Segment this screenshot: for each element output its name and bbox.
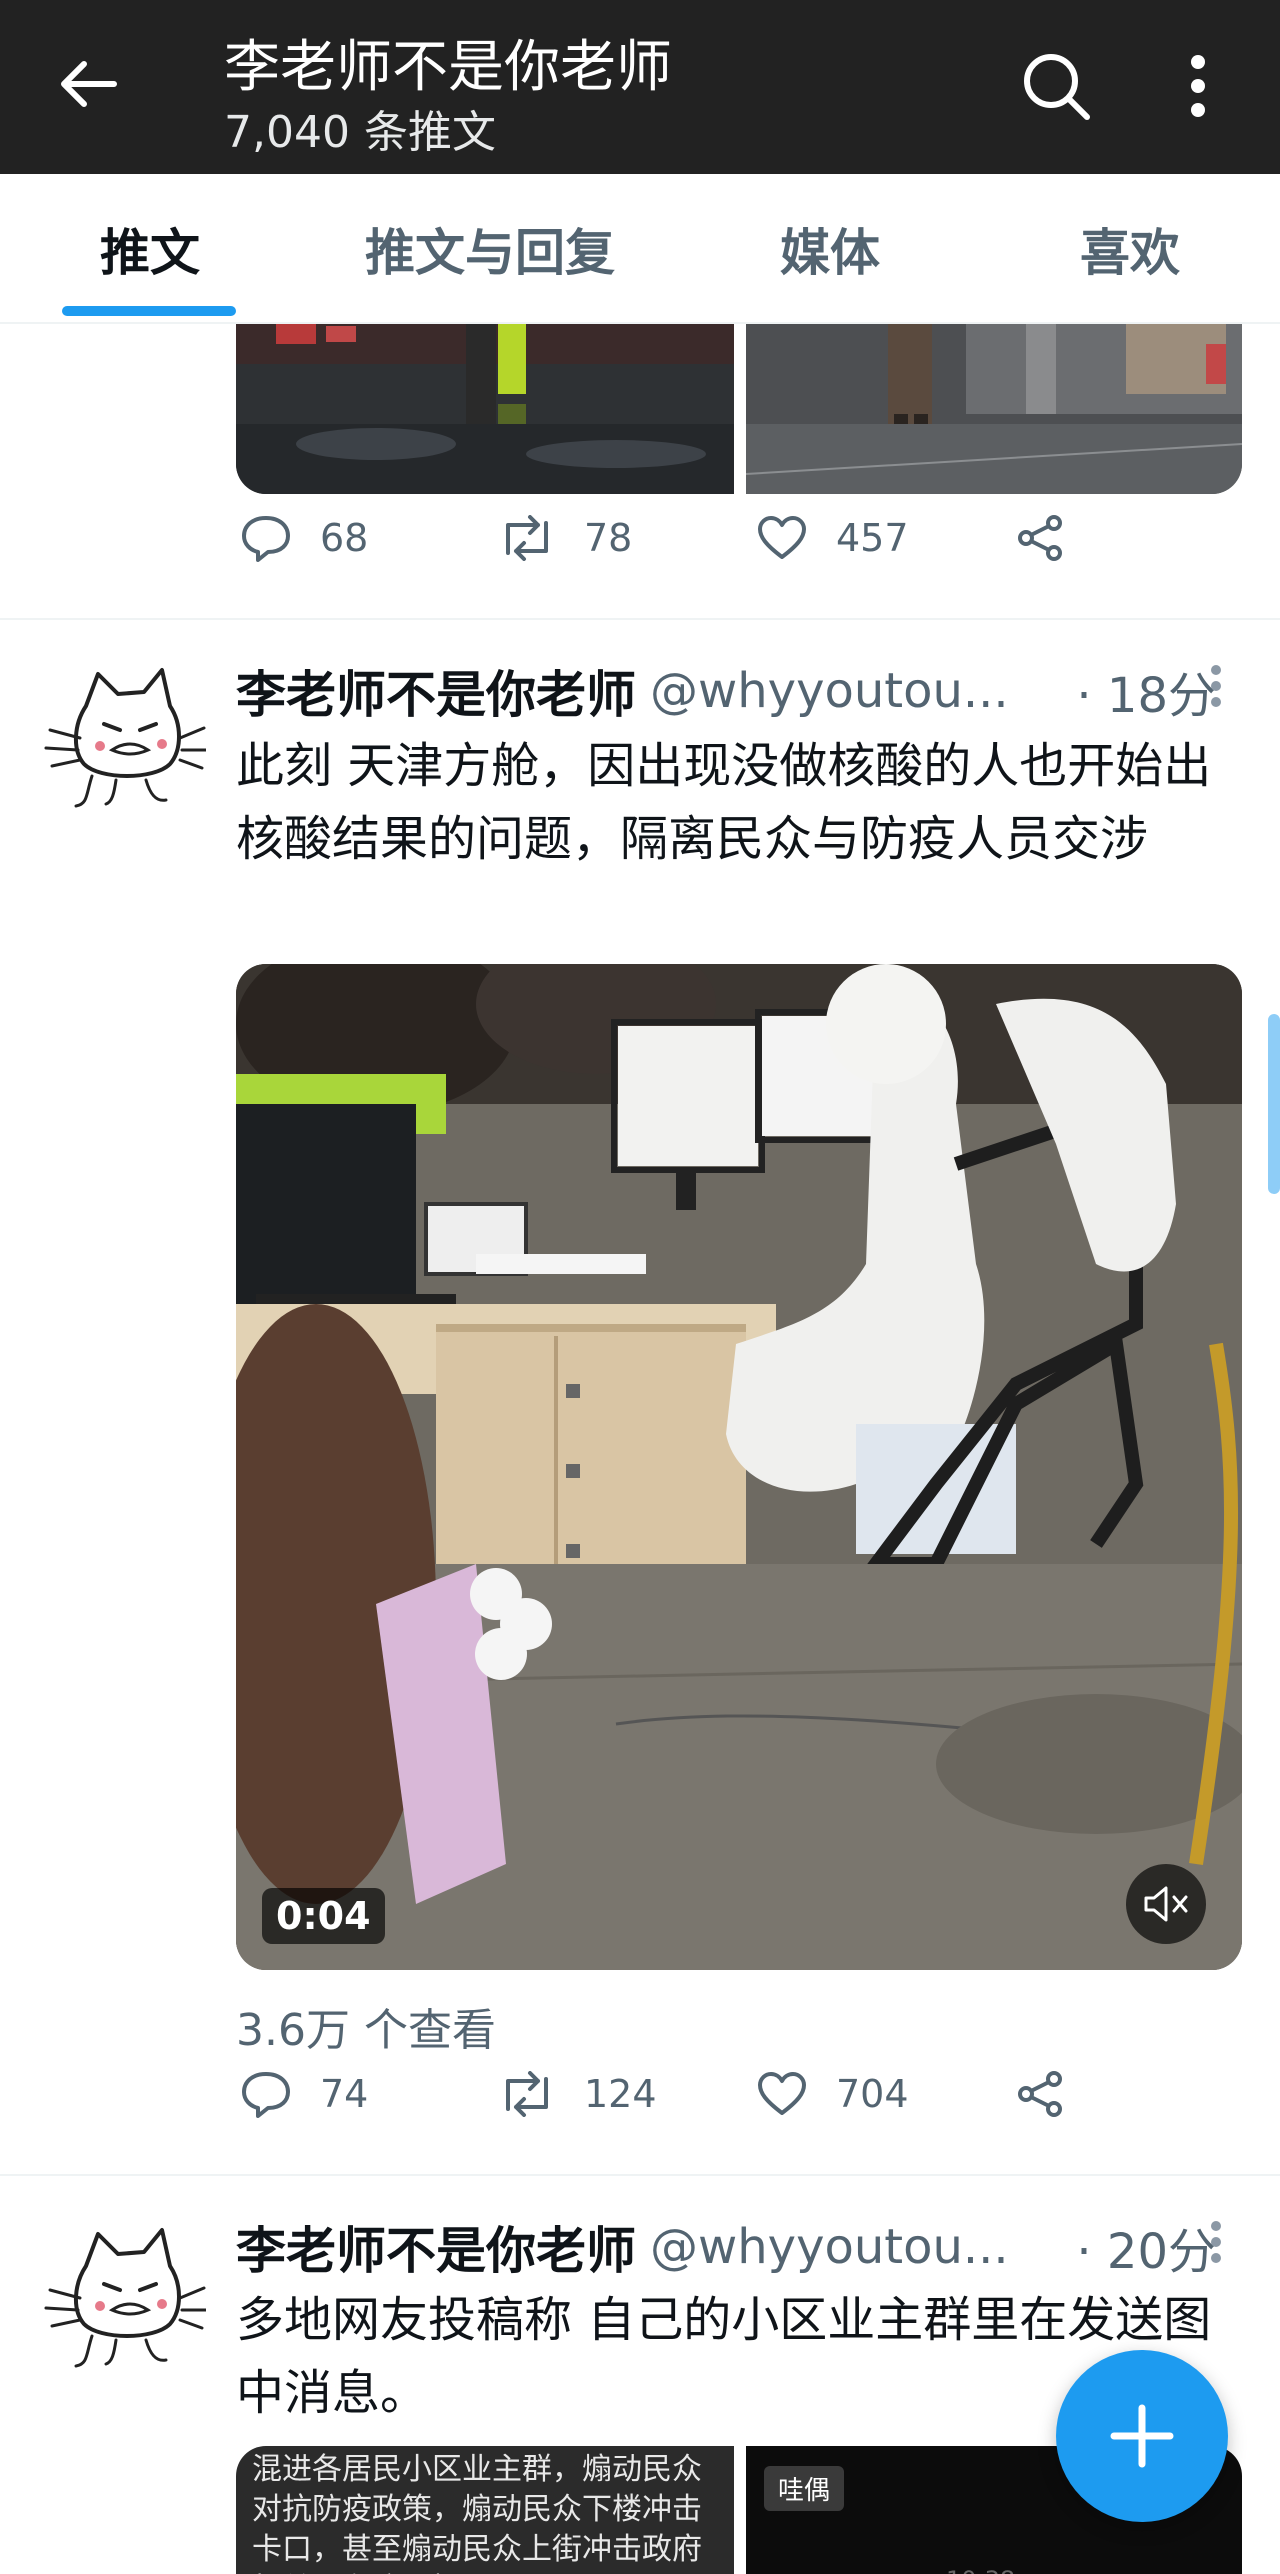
reply-count: 74 (320, 2072, 369, 2116)
tweet-text[interactable]: 此刻 天津方舱，因出现没做核酸的人也开始出核酸结果的问题，隔离民众与防疫人员交涉 (236, 730, 1246, 876)
tweet-actions: 68 78 457 (236, 498, 1236, 578)
video-frame (236, 964, 1242, 1970)
mute-button[interactable] (1126, 1864, 1206, 1944)
search-icon (1024, 54, 1090, 120)
plus-icon (1110, 2404, 1174, 2468)
retweet-count: 78 (584, 516, 633, 560)
retweet-icon (506, 515, 548, 561)
tweet-media-grid[interactable] (236, 324, 1242, 494)
tweet-photo-left[interactable] (236, 324, 734, 494)
more-options-button[interactable] (1166, 44, 1230, 128)
photo-clock: 10:38 (946, 2566, 1015, 2574)
back-button[interactable] (52, 48, 124, 120)
retweet-icon (506, 2071, 548, 2117)
comment-icon (242, 516, 290, 562)
tweet-timestamp: · 20分 (1062, 2212, 1216, 2282)
compose-tweet-button[interactable] (1056, 2350, 1228, 2522)
comment-icon (242, 2072, 290, 2118)
tweet-video[interactable]: 0:04 (236, 964, 1242, 1970)
cat-avatar[interactable] (36, 654, 206, 824)
like-button[interactable]: 457 (756, 498, 909, 578)
like-button[interactable]: 704 (756, 2054, 909, 2134)
cat-avatar[interactable] (36, 2214, 206, 2384)
tweet-timestamp: · 18分 (1062, 656, 1216, 726)
share-icon (1018, 515, 1062, 561)
reply-count: 68 (320, 516, 369, 560)
more-vertical-icon (1211, 2221, 1221, 2263)
tweet-photo-right[interactable] (746, 324, 1242, 494)
tweet-divider (0, 2174, 1280, 2176)
tab-likes[interactable]: 喜欢 (1030, 174, 1230, 324)
tab-media[interactable]: 媒体 (730, 174, 930, 324)
retweet-button[interactable]: 78 (498, 498, 632, 578)
author-name[interactable]: 李老师不是你老师 (236, 2212, 636, 2282)
tweet-divider (0, 618, 1280, 620)
heart-icon (758, 2072, 806, 2115)
share-button[interactable] (1016, 2054, 1094, 2134)
tweet-more-button[interactable] (1196, 656, 1236, 716)
author-handle[interactable]: @whyyoutou... (650, 663, 1009, 719)
retweet-button[interactable]: 124 (498, 2054, 657, 2134)
video-duration: 0:04 (262, 1888, 385, 1944)
tweet-feed[interactable]: 68 78 457 李老师不是你老师 @whyyoutou... · 18分 此… (0, 324, 1280, 2574)
retweet-count: 124 (584, 2072, 657, 2116)
scrollbar[interactable] (1268, 1014, 1280, 1194)
share-icon (1018, 2071, 1062, 2117)
more-vertical-icon (1191, 55, 1205, 117)
tweet-header: 李老师不是你老师 @whyyoutou... · 18分 (236, 656, 1216, 726)
author-handle[interactable]: @whyyoutou... (650, 2219, 1009, 2275)
profile-name-title: 李老师不是你老师 (224, 35, 672, 100)
top-app-bar: 李老师不是你老师 7,040 条推文 (0, 0, 1280, 174)
tweet-more-button[interactable] (1196, 2212, 1236, 2272)
reply-button[interactable]: 74 (240, 2054, 368, 2134)
profile-tabs: 推文 推文与回复 媒体 喜欢 (0, 174, 1280, 324)
search-button[interactable] (1020, 44, 1092, 128)
tweet-count: 7,040 条推文 (224, 107, 496, 158)
like-count: 704 (836, 2072, 909, 2116)
view-count: 3.6万 个查看 (236, 2005, 496, 2056)
active-tab-indicator (62, 306, 236, 316)
tab-tweets-and-replies[interactable]: 推文与回复 (330, 174, 650, 324)
heart-icon (758, 516, 806, 559)
more-vertical-icon (1211, 665, 1221, 707)
photo-tag: 哇偶 (764, 2466, 845, 2511)
like-count: 457 (836, 516, 909, 560)
share-button[interactable] (1016, 498, 1094, 578)
arrow-left-icon (61, 61, 117, 107)
photo-text: 混进各居民小区业主群，煽动民众对抗防疫政策，煽动民众下楼冲击卡口，甚至煽动民众上… (252, 2452, 702, 2574)
author-name[interactable]: 李老师不是你老师 (236, 656, 636, 726)
volume-muted-icon (1144, 1886, 1188, 1922)
reply-button[interactable]: 68 (240, 498, 368, 578)
tweet-actions: 74 124 704 (236, 2054, 1236, 2134)
tab-tweets[interactable]: 推文 (40, 174, 260, 324)
tweet-header: 李老师不是你老师 @whyyoutou... · 20分 (236, 2212, 1216, 2282)
tweet-photo-left[interactable]: 混进各居民小区业主群，煽动民众对抗防疫政策，煽动民众下楼冲击卡口，甚至煽动民众上… (236, 2446, 734, 2574)
